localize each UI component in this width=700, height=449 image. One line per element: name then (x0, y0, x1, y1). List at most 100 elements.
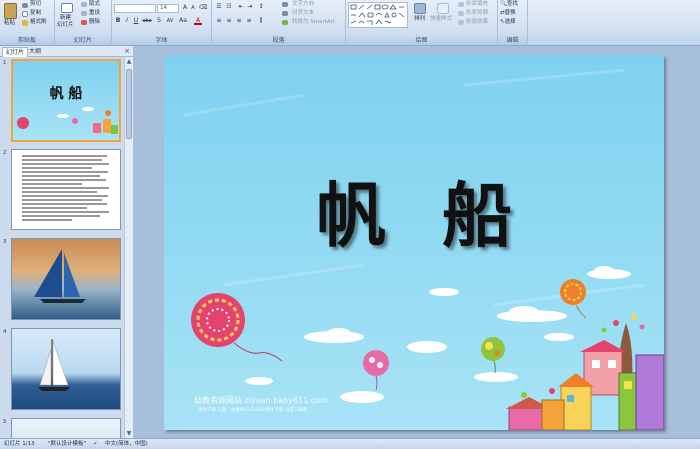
editing-group: 🔍查找 ⇄替换 ↖选择 编辑 (498, 0, 528, 46)
shapes-gallery-icons (350, 4, 405, 25)
replace-button[interactable]: ⇄替换 (500, 10, 516, 17)
new-slide-button-line2[interactable]: 幻灯片 (57, 22, 74, 29)
font-name-combo[interactable] (114, 4, 156, 13)
text-direction-button[interactable]: 文字方向 (292, 1, 314, 8)
reset-button[interactable]: 重设 (89, 10, 100, 17)
change-case-button[interactable]: Aa (178, 17, 188, 25)
sailboat-image (34, 249, 86, 303)
format-painter-icon[interactable] (22, 20, 28, 26)
align-text-button[interactable]: 对齐文本 (292, 10, 314, 17)
layout-icon[interactable] (81, 2, 87, 7)
font-size-combo[interactable]: 14 (157, 4, 179, 13)
clipboard-group: 粘贴 剪切 复制 格式刷 剪贴板 (0, 0, 55, 46)
shape-outline-button[interactable]: 形状轮廓 (466, 10, 488, 17)
justify-button[interactable]: ≡ (245, 17, 253, 25)
format-painter-button[interactable]: 格式刷 (30, 19, 47, 26)
copy-button[interactable]: 复制 (30, 10, 41, 17)
quick-styles-button[interactable]: 快速样式 (430, 16, 452, 23)
shape-effects-icon[interactable] (458, 20, 464, 25)
paste-button[interactable]: 粘贴 (4, 20, 15, 27)
quick-styles-icon[interactable] (437, 3, 449, 14)
slide-thumb-2[interactable] (11, 149, 121, 230)
find-label: 查找 (506, 1, 518, 7)
slide-number: 1 (3, 60, 7, 66)
scrollbar-thumb[interactable] (126, 69, 132, 139)
tab-slides[interactable]: 幻灯片 (2, 47, 29, 57)
cut-icon[interactable] (22, 3, 28, 8)
strikethrough-button[interactable]: abe (141, 17, 153, 25)
slide-number: 3 (3, 239, 7, 245)
select-button[interactable]: ↖选择 (500, 19, 516, 26)
new-slide-icon[interactable] (61, 3, 73, 13)
slide-thumb-5[interactable] (11, 418, 121, 438)
close-pane-icon[interactable]: × (124, 47, 130, 56)
align-left-button[interactable]: ≡ (215, 17, 223, 25)
char-spacing-button[interactable]: AV (164, 17, 176, 25)
text-direction-icon[interactable] (282, 2, 288, 7)
grow-font-button[interactable]: A (181, 4, 189, 12)
align-right-button[interactable]: ≡ (235, 17, 243, 25)
copy-icon[interactable] (22, 11, 28, 17)
shape-fill-button[interactable]: 形状填充 (466, 1, 488, 8)
new-slide-button[interactable]: 新建 (60, 15, 71, 22)
delete-slide-icon[interactable] (81, 20, 87, 25)
shape-fill-icon[interactable] (458, 2, 464, 7)
slide-thumb-3[interactable] (11, 238, 121, 320)
find-button[interactable]: 🔍查找 (500, 1, 518, 8)
scroll-up-icon[interactable]: ▲ (125, 57, 133, 66)
align-text-icon[interactable] (282, 11, 288, 16)
clear-format-button[interactable]: ⌫ (199, 4, 207, 12)
scroll-down-icon[interactable]: ▼ (125, 429, 133, 438)
italic-button[interactable]: I (123, 17, 131, 25)
thumb1-decor (17, 107, 118, 134)
thumbnails-scrollbar[interactable]: ▲ ▼ (124, 57, 133, 438)
bullets-button[interactable]: ☰ (215, 3, 223, 11)
balloon-pink (363, 350, 389, 391)
spell-check-icon[interactable]: ✓ (93, 440, 98, 449)
paragraph-group: ☰ ☷ ⇤ ⇥ ↕ ≡ ≡ ≡ ≡ ⫼ 文字方向 对齐文本 转换为 SmartA… (212, 0, 346, 46)
language-status[interactable]: 中文(简体，中国) (105, 440, 148, 449)
balloon-large (191, 293, 283, 362)
tab-outline[interactable]: 大纲 (26, 47, 44, 57)
delete-slide-button[interactable]: 删除 (89, 19, 100, 26)
ribbon: 粘贴 剪切 复制 格式刷 剪贴板 新建 幻灯片 版式 重设 删除 幻灯片 14 … (0, 0, 700, 46)
slide-count-status: 幻灯片 1/13 (4, 441, 35, 447)
numbering-button[interactable]: ☷ (225, 3, 233, 11)
theme-status: "默认设计模板" (48, 441, 87, 447)
drawing-group: 排列 快速样式 形状填充 形状轮廓 形状效果 绘图 (346, 0, 498, 46)
watermark-subtext: 课件下载 儿歌、故事MP3 FLASH课件下载 试卷下载库 (198, 408, 308, 413)
font-color-button[interactable]: A (194, 17, 202, 25)
layout-button[interactable]: 版式 (89, 1, 100, 8)
watermark-site: 幼教资源网站 ziyuan.baby611.com (194, 396, 328, 405)
slide-title[interactable]: 帆船 (164, 160, 664, 261)
arrange-button[interactable]: 排列 (414, 16, 425, 23)
shadow-button[interactable]: S (155, 17, 163, 25)
reset-icon[interactable] (81, 11, 87, 16)
slide-thumb-1[interactable]: 帆 船 (11, 59, 121, 142)
thumb2-text-lines (22, 155, 109, 221)
paste-icon[interactable] (4, 3, 17, 19)
increase-indent-button[interactable]: ⇥ (246, 3, 254, 11)
clipboard-group-label: 剪贴板 (0, 37, 54, 45)
bold-button[interactable]: B (114, 17, 122, 25)
cut-button[interactable]: 剪切 (30, 1, 41, 8)
slide-thumb-4[interactable] (11, 328, 121, 410)
slides-pane: 幻灯片 大纲 × 1 帆 船 2 3 4 5 ▲ ▼ (0, 46, 133, 438)
arrange-icon[interactable] (414, 3, 426, 14)
shape-outline-icon[interactable] (458, 11, 464, 16)
shapes-gallery[interactable] (348, 2, 408, 28)
balloon-orange (560, 279, 587, 319)
balloon-green (481, 337, 505, 374)
line-spacing-button[interactable]: ↕ (257, 3, 265, 11)
smartart-icon[interactable] (282, 20, 288, 25)
underline-button[interactable]: U (132, 17, 140, 25)
slide-number: 2 (3, 150, 7, 156)
current-slide[interactable]: 帆船 幼教资源网站 ziyuan.baby611.com 课件下载 儿歌、故事M… (164, 55, 664, 430)
shrink-font-button[interactable]: A (189, 4, 197, 12)
font-group: 14 A A ⌫ B I U abe S AV Aa A 字体 (112, 0, 212, 46)
decrease-indent-button[interactable]: ⇤ (237, 3, 245, 11)
shape-effects-button[interactable]: 形状效果 (466, 19, 488, 26)
columns-button[interactable]: ⫼ (257, 17, 265, 25)
convert-smartart-button[interactable]: 转换为 SmartArt (292, 19, 335, 26)
align-center-button[interactable]: ≡ (225, 17, 233, 25)
